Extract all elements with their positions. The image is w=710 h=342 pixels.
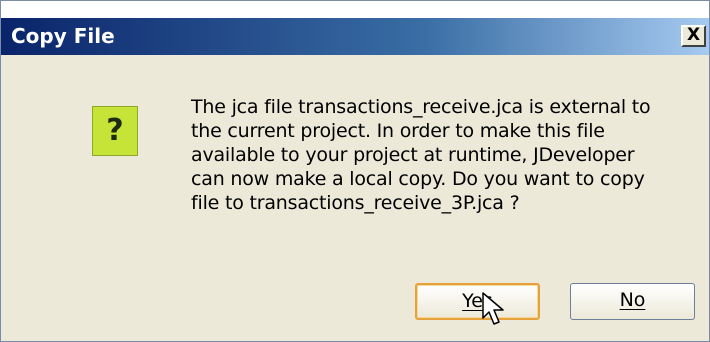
message-line: the current project. In order to make th… [191, 120, 605, 142]
question-icon: ? [92, 106, 138, 156]
mouse-pointer-icon [482, 292, 504, 325]
no-button[interactable]: No [570, 283, 695, 320]
message-line: file to transactions_receive_3P.jca ? [191, 192, 520, 214]
close-icon: X [686, 25, 701, 45]
no-button-label: No [619, 289, 646, 311]
dialog-title: Copy File [11, 24, 115, 48]
dialog-message: The jca file transactions_receive.jca is… [191, 95, 691, 215]
top-strip [1, 1, 709, 18]
title-bar[interactable]: Copy File X [1, 18, 709, 55]
yes-button[interactable]: Yes [415, 283, 540, 320]
question-glyph: ? [106, 113, 124, 148]
message-line: can now make a local copy. Do you want t… [191, 168, 645, 190]
close-button[interactable]: X [681, 25, 706, 47]
message-line: available to your project at runtime, JD… [191, 144, 635, 166]
message-line: The jca file transactions_receive.jca is… [191, 96, 651, 118]
copy-file-dialog: Copy File X ? The jca file transactions_… [0, 0, 710, 342]
